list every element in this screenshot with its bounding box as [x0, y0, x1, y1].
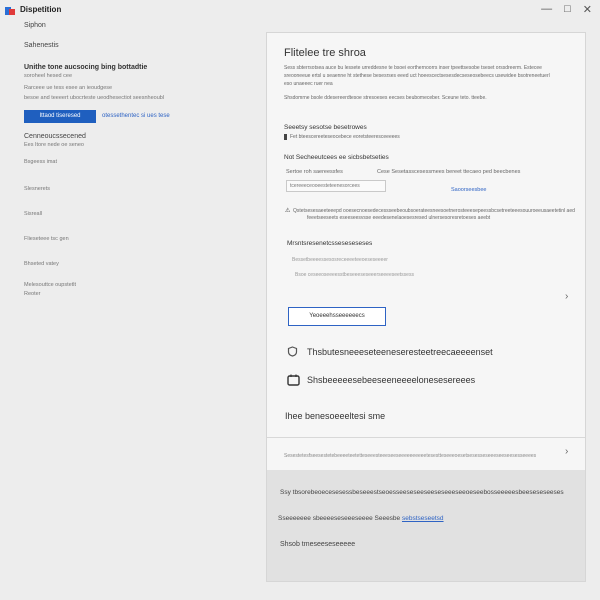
- row-2-label[interactable]: Shsbeeeeesebeeseeneeeelonesesereees: [307, 375, 475, 385]
- sidebar: Siphon Sahenestis Unithe tone aucsocing …: [0, 22, 262, 600]
- info-section: Ssy tbsorebeoecesesessbeseeestseoesseese…: [267, 470, 585, 581]
- info-link[interactable]: sebstseseetsd: [402, 515, 444, 522]
- maximize-button[interactable]: □: [564, 3, 571, 16]
- field-help: Cese Sesetasscesessmees bereet ttecaeo p…: [377, 169, 521, 175]
- chevron-right-icon[interactable]: ›: [565, 291, 568, 302]
- sidebar-item-sahenestis[interactable]: Sahenestis: [24, 42, 59, 49]
- warning-text-2: feeetseeseets eseeseesvsse eeedesenelaoe…: [307, 215, 491, 221]
- info-line-1: Ssy tbsorebeoecesesessbeseeestseoesseese…: [280, 489, 564, 496]
- sidebar-connection-title: Cenneoucssecened: [24, 133, 86, 140]
- close-button[interactable]: ✕: [583, 3, 592, 16]
- panel-intro-line-3: eso unaeeec ruer nea: [284, 81, 333, 87]
- warning-icon: ⚠: [285, 208, 291, 214]
- sidebar-connection-sub: Ees Itore nede oe seneo: [24, 142, 84, 148]
- option-1-check-label: Fet bteescereeteseocebece eoretsteeresce…: [290, 134, 400, 140]
- sidebar-link[interactable]: otessethentec si ues tese: [102, 113, 170, 119]
- option-1-checkbox[interactable]: [284, 134, 287, 140]
- window-controls: — □ ✕: [541, 3, 592, 16]
- calendar-icon: [287, 374, 300, 386]
- row-3-label[interactable]: Ihee benesoeeeltesi sme: [285, 411, 385, 421]
- panel-intro-line-4: Shsdomrne bsole ddesereerdtesoe stresoes…: [284, 95, 487, 101]
- option-3-line-2: Bsoe ceseeoseeeesstbeseeeseseeerseeeesee…: [295, 272, 414, 278]
- action-button[interactable]: Yeoeeehsseeeeeecs: [288, 307, 386, 326]
- sidebar-primary-button[interactable]: Ittaod tiseresed: [24, 110, 96, 123]
- title-bar: Dispetition — □ ✕: [0, 0, 600, 22]
- sidebar-item-5[interactable]: Bhseted vatey: [24, 261, 59, 267]
- sidebar-item-6[interactable]: Melesouttce oupstetlt: [24, 282, 76, 288]
- panel-intro-line-1: Sess sbterrsotsea auce bu lessete urredd…: [284, 65, 542, 71]
- footer-chevron-icon[interactable]: ›: [565, 446, 568, 457]
- sidebar-item-7[interactable]: Reoter: [24, 291, 41, 297]
- panel-divider: [267, 437, 585, 438]
- sidebar-item-siphon[interactable]: Siphon: [24, 22, 46, 29]
- settings-panel: Flitelee tre shroa Sess sbterrsotsea auc…: [266, 32, 586, 582]
- panel-intro-line-2: sreooneeue ertsl u seaenne ht stethese b…: [284, 73, 550, 79]
- sidebar-desc-line-2: besoe and teeeert ubocrteste ueodhesecti…: [24, 95, 165, 101]
- info-line-2-text: Sseeeeeee sbeeeeseseeeseeee Seeesbe: [278, 515, 401, 522]
- info-line-3: Shsob tmeseeseseeeee: [280, 541, 356, 548]
- sidebar-section-sub: soroheel hesed cee: [24, 73, 73, 79]
- minimize-button[interactable]: —: [541, 3, 552, 16]
- row-1-label[interactable]: Thsbutesneeeseteeneseresteetreecaeeeense…: [307, 347, 493, 357]
- sidebar-item-3[interactable]: Sisreall: [24, 211, 42, 217]
- field-label: Sertoe roh saereessfes: [286, 169, 343, 175]
- option-3-title: Mrsntsresenetcsseseseseses: [287, 240, 373, 247]
- field-input[interactable]: [286, 180, 386, 192]
- option-1-title: Seeetsy sesotse besetrowes: [284, 124, 367, 131]
- sidebar-item-2[interactable]: Slesnerets: [24, 186, 50, 192]
- footer-note: Sesestetesfseesestetebeeeeteetetteseeest…: [284, 453, 537, 459]
- option-2-title: Not Secheeutcees ee sicbsbetseties: [284, 154, 389, 161]
- app-logo-icon: [5, 7, 15, 15]
- option-3-line-1: Bessetbeeeessesosreceeeeteeoeseseeeer: [292, 257, 388, 263]
- sidebar-section-title: Unithe tone aucsocing bing bottadtie: [24, 64, 148, 71]
- app-title: Dispetition: [20, 5, 62, 14]
- sidebar-item-4[interactable]: Flieseteee tsc gen: [24, 236, 69, 242]
- sidebar-item-1[interactable]: Bsgeess imat: [24, 159, 57, 165]
- shield-icon: [287, 346, 298, 357]
- panel-title: Flitelee tre shroa: [284, 47, 366, 59]
- sidebar-desc-line-1: Rarceee ue tess esee an ieoudgese: [24, 85, 113, 91]
- field-link[interactable]: Saoorseesbee: [451, 187, 486, 193]
- warning-text-1: Qstetsesesaeeteeepd ooesecnoesedecesssee…: [293, 208, 575, 214]
- info-line-2: Sseeeeeee sbeeeeseseeeseeee Seeesbe sebs…: [278, 515, 444, 522]
